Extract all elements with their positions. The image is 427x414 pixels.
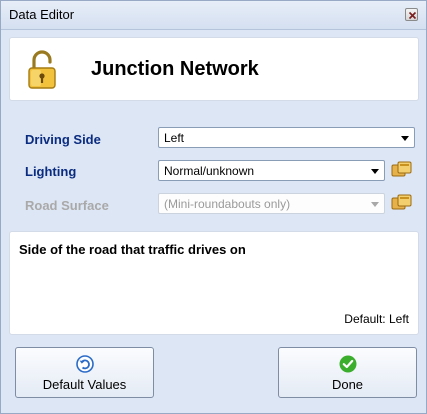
chevron-down-icon — [371, 202, 379, 207]
window-title: Data Editor — [9, 7, 75, 22]
lighting-select[interactable]: Normal/unknown — [158, 160, 385, 181]
road-surface-select[interactable]: (Mini-roundabouts only) — [158, 193, 385, 214]
done-label: Done — [331, 377, 364, 392]
lighting-value: Normal/unknown — [164, 164, 255, 178]
driving-side-value: Left — [164, 131, 185, 145]
clipboard-paste-icon[interactable] — [391, 194, 413, 215]
driving-side-label: Driving Side — [25, 132, 101, 147]
unlocked-padlock-icon — [28, 50, 56, 93]
clipboard-paste-icon[interactable] — [391, 161, 413, 182]
check-icon — [339, 355, 357, 376]
title-bar[interactable]: Data Editor — [1, 1, 426, 30]
description-text: Side of the road that traffic drives on — [19, 242, 246, 257]
driving-side-select[interactable]: Left — [158, 127, 415, 148]
lighting-label: Lighting — [25, 164, 77, 179]
chevron-down-icon — [371, 169, 379, 174]
default-values-label: Default Values — [42, 377, 127, 392]
road-surface-label: Road Surface — [25, 198, 109, 213]
road-surface-value: (Mini-roundabouts only) — [164, 197, 291, 211]
header-title: Junction Network — [91, 58, 259, 80]
undo-arrow-icon — [75, 355, 94, 376]
close-icon[interactable] — [405, 8, 418, 21]
description-panel: Side of the road that traffic drives on … — [9, 231, 419, 335]
done-button[interactable]: Done — [278, 347, 417, 398]
chevron-down-icon — [401, 136, 409, 141]
default-values-button[interactable]: Default Values — [15, 347, 154, 398]
data-editor-window: Data Editor Junction Network Driving Sid… — [0, 0, 427, 414]
default-value-text: Default: Left — [344, 312, 409, 326]
header-panel: Junction Network — [9, 37, 419, 101]
